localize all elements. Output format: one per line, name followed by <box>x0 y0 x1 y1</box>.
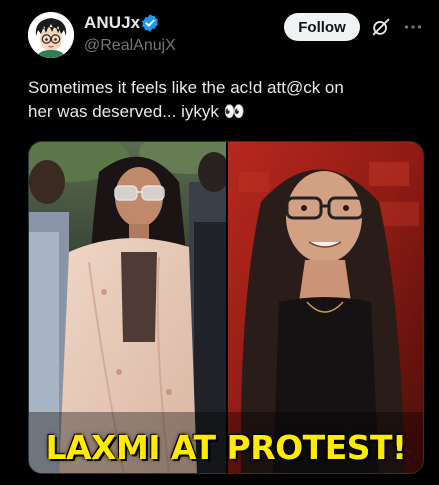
eyes-emoji-icon: 👀 <box>223 102 245 121</box>
display-name[interactable]: ANUJx <box>84 13 140 33</box>
verified-badge-icon <box>142 14 158 32</box>
tweet-text-line-1: Sometimes it feels like the ac!d att@ck … <box>28 78 344 97</box>
grok-icon[interactable] <box>370 16 392 38</box>
more-icon[interactable] <box>402 16 424 38</box>
tweet-text: Sometimes it feels like the ac!d att@ck … <box>28 76 408 124</box>
anime-boy-avatar-icon <box>28 12 74 58</box>
media-image <box>29 142 423 473</box>
avatar[interactable] <box>28 12 74 58</box>
handle[interactable]: @RealAnujX <box>84 37 176 55</box>
tweet-header: ANUJx @RealAnujX Follow <box>0 0 439 70</box>
tweet-card: ANUJx @RealAnujX Follow Sometimes it fee… <box>0 0 439 485</box>
media-caption: LAXMI AT PROTEST! <box>45 428 407 467</box>
tweet-media[interactable]: LAXMI AT PROTEST! <box>28 141 424 474</box>
tweet-text-line-2: her was deserved... iykyk <box>28 102 219 121</box>
follow-button[interactable]: Follow <box>284 13 360 41</box>
